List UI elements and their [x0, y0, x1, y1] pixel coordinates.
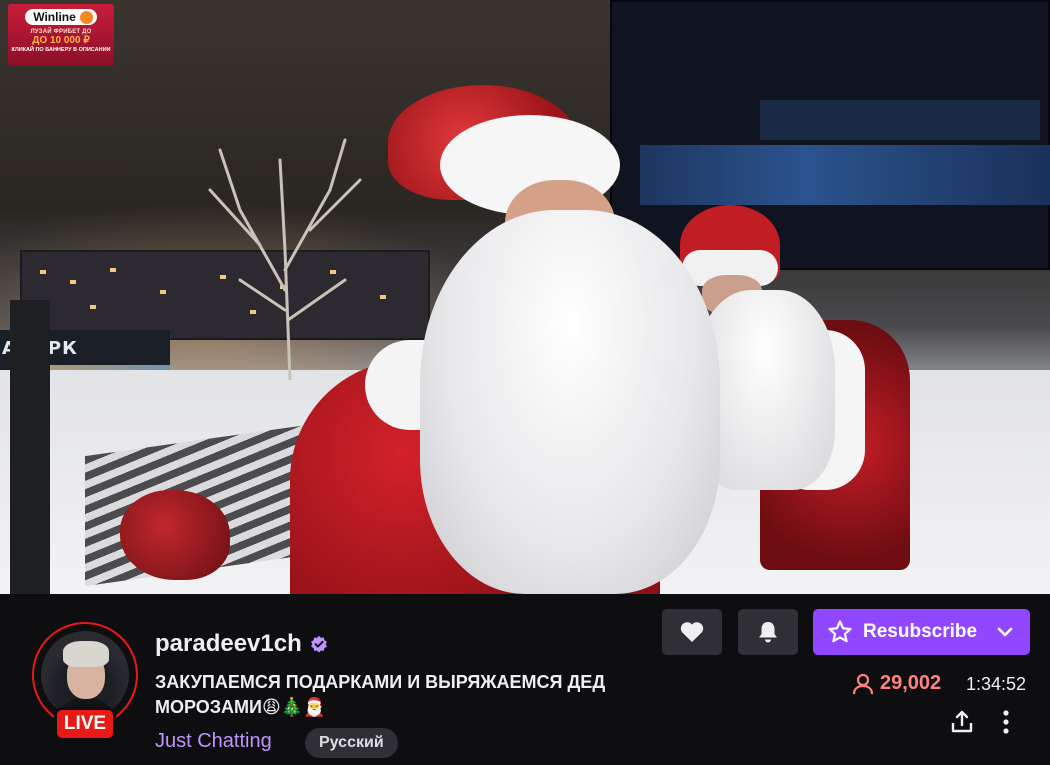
follow-button[interactable] [662, 609, 722, 655]
building-windows [760, 100, 1040, 140]
resubscribe-label: Resubscribe [863, 621, 978, 642]
sponsor-line-3: КЛИКАЙ ПО БАННЕРУ В ОПИСАНИИ [11, 47, 111, 53]
chevron-down-icon [997, 627, 1013, 637]
sponsor-logo: Winline [25, 9, 97, 25]
share-button[interactable] [946, 706, 978, 738]
avatar [41, 631, 129, 719]
category-link[interactable]: Just Chatting [155, 730, 272, 753]
notifications-button[interactable] [738, 609, 798, 655]
more-vertical-icon [1003, 710, 1009, 734]
street-pole [10, 300, 50, 594]
sponsor-banner[interactable]: Winline ЛУЗАЙ ФРИБЕТ ДО ДО 10 000 ₽ КЛИК… [8, 4, 114, 66]
bare-tree [208, 138, 362, 380]
heart-icon [680, 622, 704, 642]
resubscribe-button[interactable]: Resubscribe [813, 609, 1030, 655]
verified-badge-icon [310, 635, 327, 653]
language-tag[interactable]: Русский [305, 728, 398, 758]
stream-uptime: 1:34:52 [966, 674, 1027, 694]
sponsor-brand: Winline [33, 10, 76, 24]
viewer-count-value: 29,002 [880, 672, 942, 694]
viewer-person-icon [852, 673, 874, 694]
channel-info-bar: LIVE paradeev1ch ЗАКУПАЕМСЯ ПОДАРКАМИ И … [0, 594, 1050, 765]
building-lights [640, 145, 1050, 205]
channel-header: paradeev1ch [155, 630, 328, 658]
sponsor-logo-dot-icon [79, 10, 93, 24]
star-icon [828, 620, 852, 643]
bell-icon [759, 622, 777, 643]
sponsor-line-2: ДО 10 000 ₽ [32, 35, 90, 46]
santa-beard [420, 210, 720, 594]
share-icon [951, 710, 973, 733]
stream-title: ЗАКУПАЕМСЯ ПОДАРКАМИ И ВЫРЯЖАЕМСЯ ДЕД МО… [155, 672, 606, 717]
more-options-button[interactable] [992, 706, 1020, 738]
channel-name[interactable]: paradeev1ch [155, 630, 302, 658]
gift-bag [120, 490, 230, 580]
channel-avatar-link[interactable]: LIVE [32, 622, 138, 738]
live-badge: LIVE [57, 710, 113, 738]
viewer-count: 29,002 [852, 672, 941, 695]
video-player[interactable]: АПАРК Winline ЛУЗАЙ ФРИБЕТ ДО ДО 10 000 … [0, 0, 1050, 594]
